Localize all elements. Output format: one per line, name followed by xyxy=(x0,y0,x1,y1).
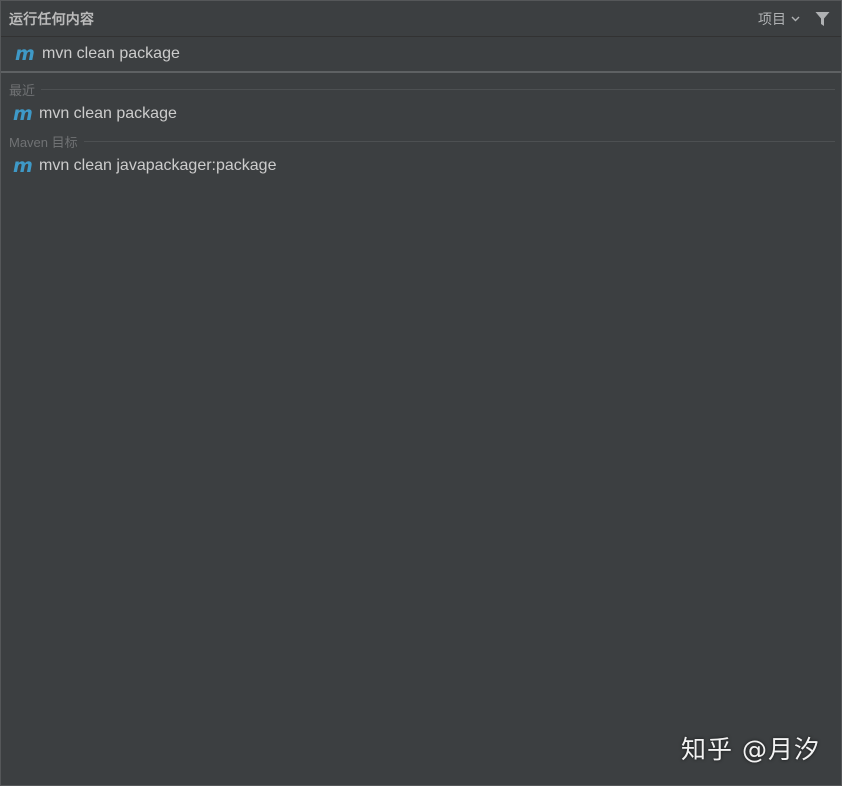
watermark-text: 知乎 @月汐 xyxy=(681,735,820,764)
chevron-down-icon xyxy=(791,16,800,22)
maven-icon: m xyxy=(15,42,35,65)
section-label-maven-goals: Maven 目标 xyxy=(9,134,78,150)
section-header-maven-goals: Maven 目标 xyxy=(1,131,841,151)
scope-dropdown[interactable]: 项目 xyxy=(758,9,801,29)
list-item-label: mvn clean package xyxy=(39,105,177,122)
list-item-label: mvn clean javapackager:package xyxy=(39,157,277,174)
popup-title: 运行任何内容 xyxy=(9,10,95,27)
search-input[interactable] xyxy=(37,40,742,68)
popup-header: 运行任何内容 项目 xyxy=(1,1,841,37)
maven-icon: m xyxy=(13,102,33,125)
maven-icon: m xyxy=(13,154,33,177)
section-divider xyxy=(83,140,835,142)
section-header-recent: 最近 xyxy=(1,79,841,99)
scope-label: 项目 xyxy=(758,10,786,27)
list-item-recent-mvn-clean-package[interactable]: m mvn clean package xyxy=(1,99,841,129)
search-bar: m xyxy=(1,37,841,73)
section-label-recent: 最近 xyxy=(9,82,36,98)
run-anything-popup: 运行任何内容 项目 m 最近 m mvn clean package Maven… xyxy=(0,0,842,786)
list-item-maven-goal-javapackager[interactable]: m mvn clean javapackager:package xyxy=(1,151,841,181)
filter-icon[interactable] xyxy=(813,10,831,28)
section-divider xyxy=(41,88,835,90)
